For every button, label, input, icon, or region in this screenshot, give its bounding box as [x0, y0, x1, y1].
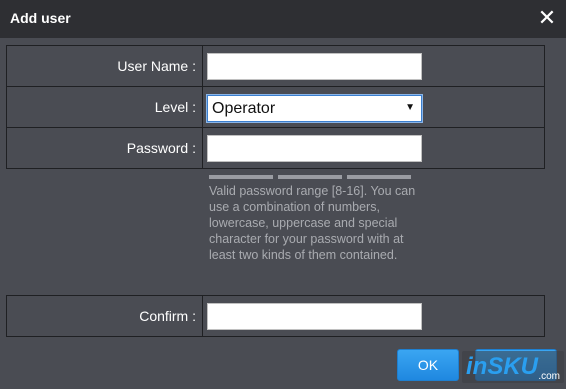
- password-strength-bar-weak: [209, 175, 273, 179]
- level-row: Level : Operator ▼: [6, 86, 545, 128]
- chevron-down-icon: ▼: [405, 102, 415, 113]
- watermark-domain: .com: [538, 371, 560, 382]
- watermark-logo: inSKU .com: [462, 351, 564, 383]
- password-hint: Valid password range [8-16]. You can use…: [209, 184, 416, 262]
- confirm-label: Confirm :: [7, 296, 203, 336]
- level-label: Level :: [7, 87, 203, 127]
- dialog-title: Add user: [10, 10, 71, 26]
- ok-button[interactable]: OK: [397, 349, 459, 381]
- password-input[interactable]: [207, 135, 422, 162]
- watermark-brand: inSKU: [466, 353, 538, 380]
- username-row: User Name :: [6, 45, 545, 87]
- level-select[interactable]: Operator ▼: [207, 95, 422, 122]
- confirm-row: Confirm :: [6, 295, 545, 337]
- confirm-input[interactable]: [207, 303, 422, 330]
- password-label: Password :: [7, 128, 203, 168]
- level-selected-value: Operator: [212, 99, 276, 117]
- password-row: Password :: [6, 127, 545, 169]
- add-user-dialog: Add user ✕ User Name : Level : Operator …: [0, 0, 566, 389]
- username-label: User Name :: [7, 46, 203, 86]
- close-icon[interactable]: ✕: [536, 6, 558, 30]
- dialog-titlebar: Add user ✕: [0, 0, 566, 38]
- username-input[interactable]: [207, 53, 422, 80]
- password-strength-bar-medium: [278, 175, 342, 179]
- password-strength-bar-strong: [347, 175, 411, 179]
